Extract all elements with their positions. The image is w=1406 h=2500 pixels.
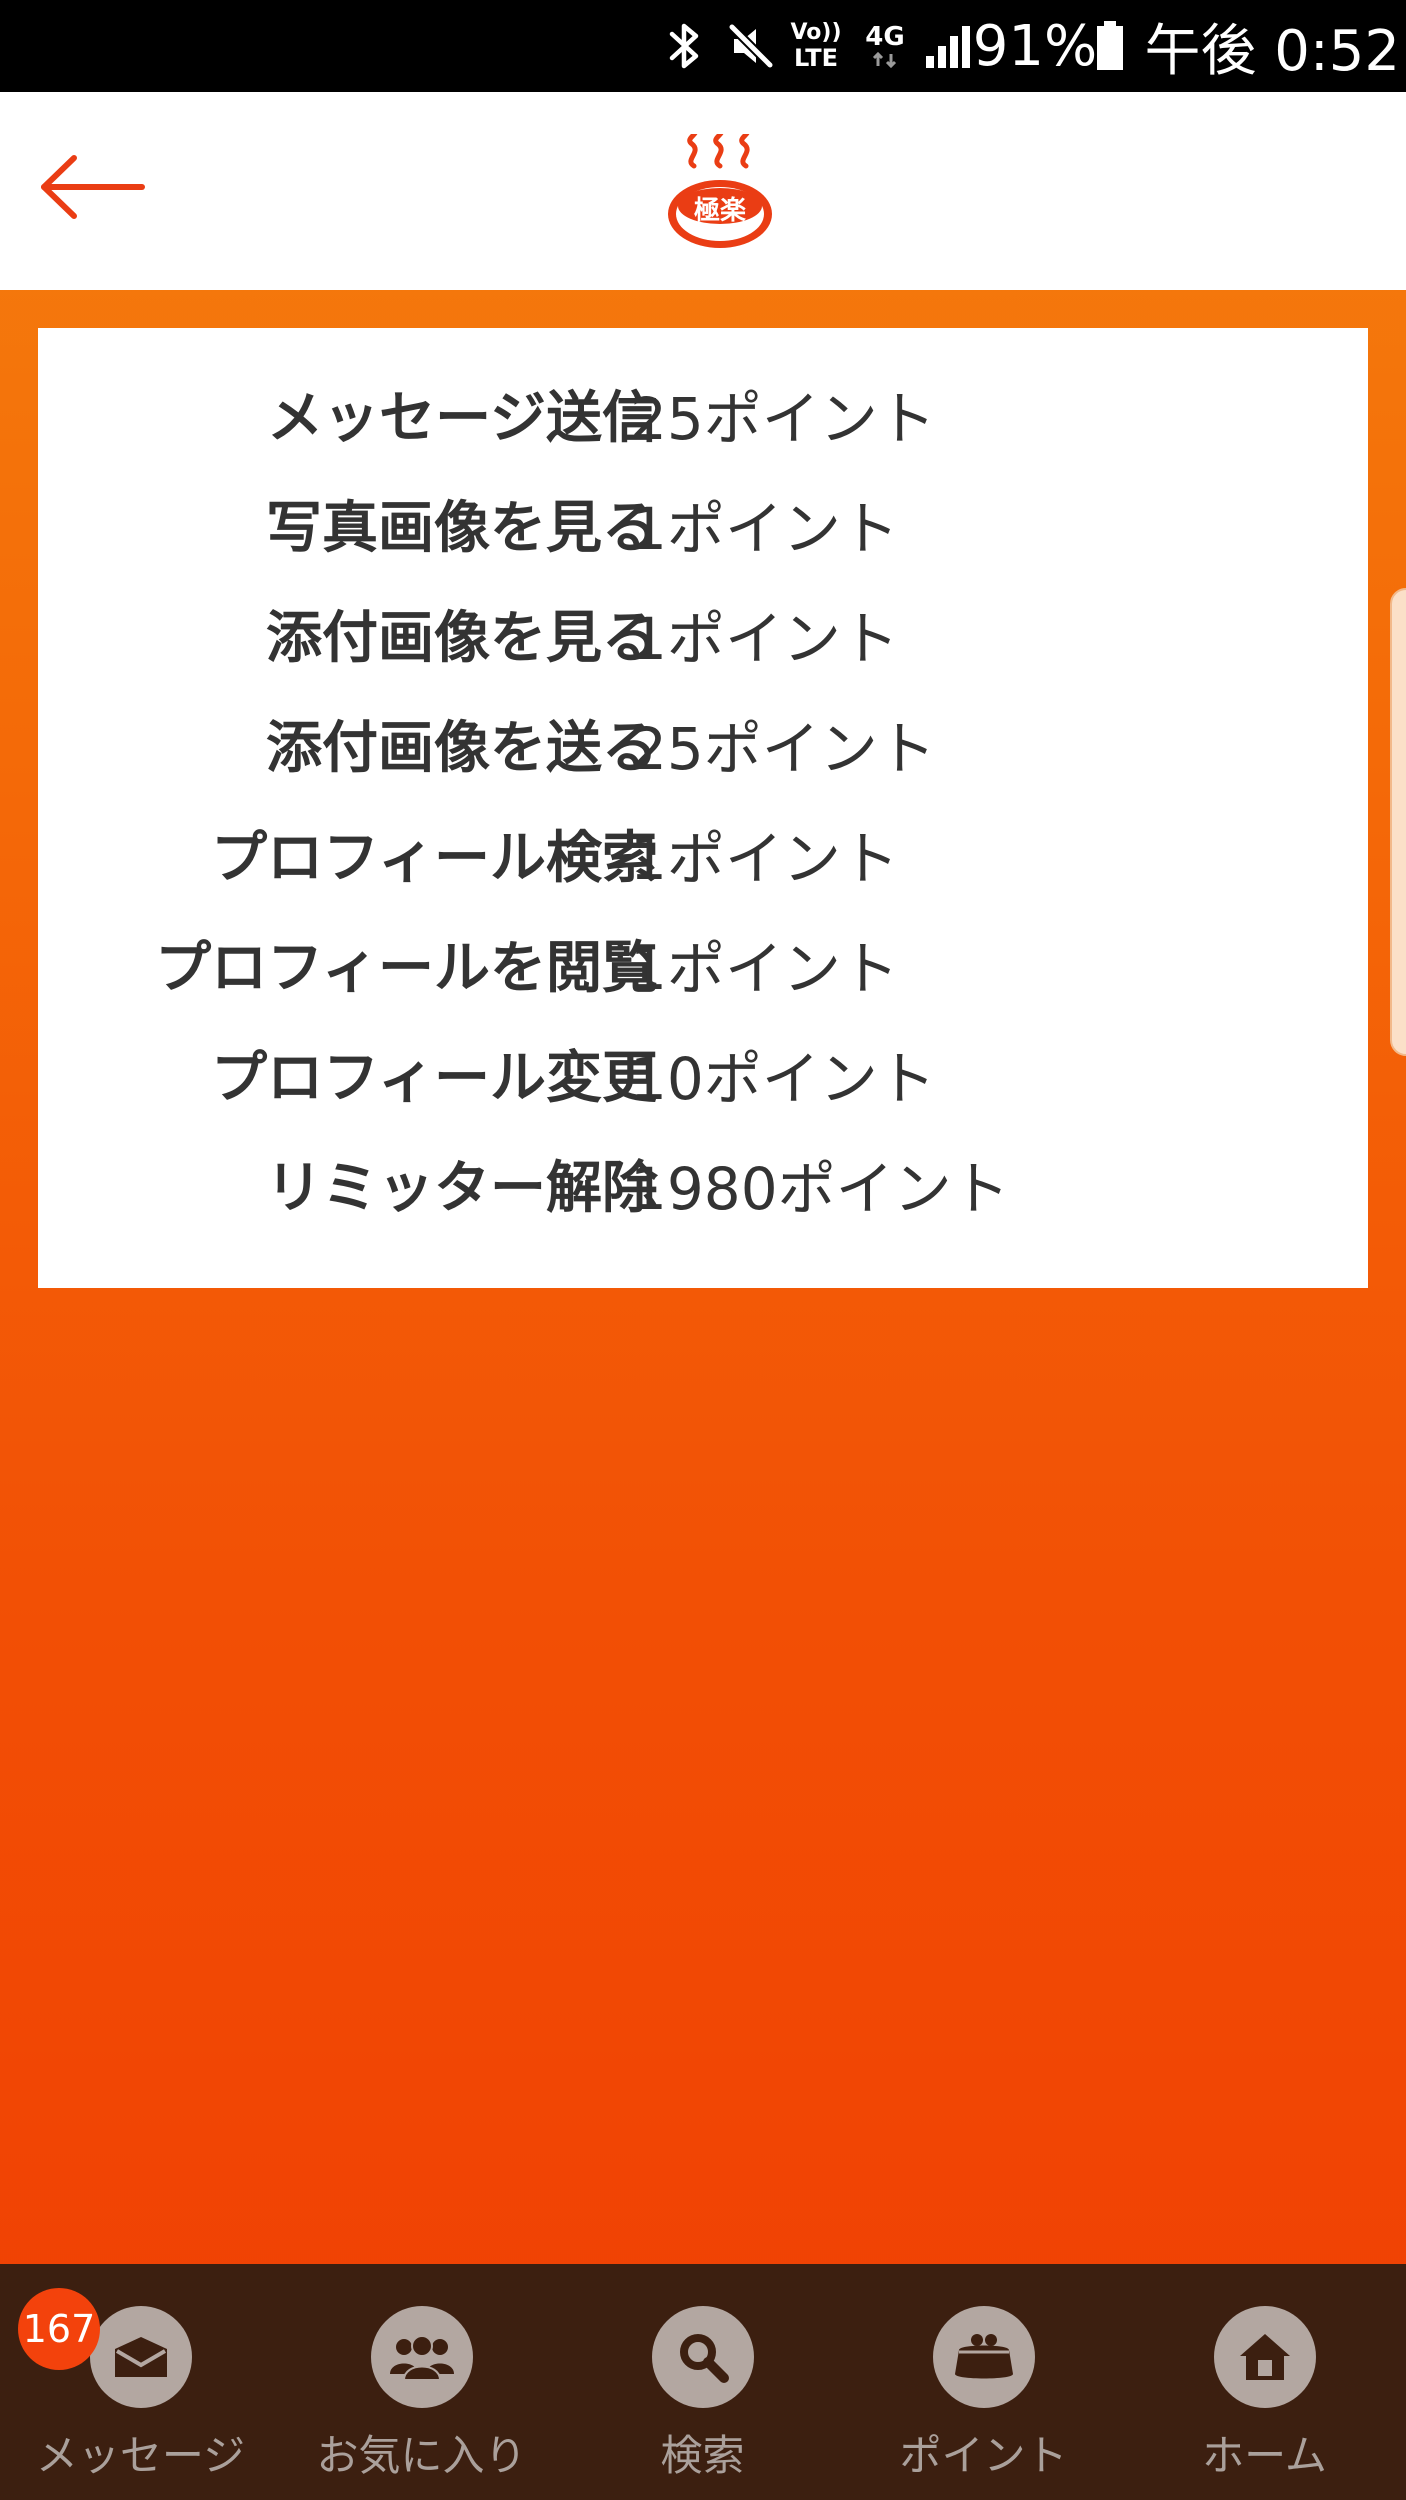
points-row-label: プロフィール検索: [211, 826, 658, 891]
search-icon: [680, 2334, 729, 2383]
nav-icon-circle: [1214, 2306, 1316, 2408]
points-row-value: 10ポイント: [630, 1045, 936, 1113]
battery-icon: [1092, 0, 1128, 92]
points-row-value: 1ポイント: [630, 605, 899, 673]
nav-label: メッセージ: [35, 2431, 246, 2480]
nav-item-search[interactable]: 検索: [562, 2264, 843, 2500]
logo-text: 極楽: [693, 196, 746, 226]
envelope-icon: [115, 2337, 167, 2377]
volte-icon: Vo)) LTE: [788, 0, 844, 92]
points-row: 写真画像を見る 1ポイント: [38, 474, 1368, 584]
people-icon: [390, 2335, 454, 2380]
points-row: プロフィール検索 1ポイント: [38, 804, 1368, 914]
data-4g-icon: 4G: [862, 0, 908, 92]
points-row: 添付画像を送る 25ポイント: [38, 694, 1368, 804]
points-row-label: プロフィールを閲覧: [155, 936, 658, 1001]
points-row-value: 1ポイント: [630, 495, 899, 563]
nav-icon-circle: [933, 2306, 1035, 2408]
volte-label: Vo)): [790, 20, 842, 45]
points-row-label: 添付画像を見る: [266, 606, 658, 671]
purse-icon: [955, 2334, 1013, 2379]
lte-label: LTE: [793, 44, 839, 72]
nav-label: 検索: [660, 2431, 745, 2480]
points-row: プロフィールを閲覧 1ポイント: [38, 914, 1368, 1024]
points-row: メッセージ送信 25ポイント: [38, 364, 1368, 474]
nav-item-points[interactable]: ポイント: [843, 2264, 1124, 2500]
back-button[interactable]: [30, 142, 160, 232]
network-label: 4G: [865, 22, 905, 52]
home-icon: [1240, 2334, 1290, 2380]
points-row-value: 1980ポイント: [630, 1155, 1010, 1223]
points-row-label: メッセージ送信: [267, 386, 658, 451]
points-row-label: 添付画像を送る: [266, 716, 658, 781]
points-table: メッセージ送信 25ポイント 写真画像を見る 1ポイント 添付画像を見る 1ポイント 添付画…: [38, 328, 1368, 1288]
nav-item-favorites[interactable]: お気に入り: [281, 2264, 562, 2500]
message-count-badge: 167: [18, 2288, 100, 2370]
bluetooth-icon: [660, 0, 710, 92]
battery-percent: 91%: [972, 13, 1098, 79]
points-row: プロフィール変更 10ポイント: [38, 1024, 1368, 1134]
points-row: 添付画像を見る 1ポイント: [38, 584, 1368, 694]
app-logo: 極楽: [660, 127, 780, 252]
signal-icon: [920, 0, 978, 92]
points-row: リミッター解除 1980ポイント: [38, 1134, 1368, 1244]
points-row-label: リミッター解除: [266, 1156, 658, 1221]
nav-icon-circle: [652, 2306, 754, 2408]
nav-label: お気に入り: [316, 2431, 527, 2480]
points-row-label: プロフィール変更: [211, 1046, 658, 1111]
nav-icon-circle: [90, 2306, 192, 2408]
nav-icon-circle: [371, 2306, 473, 2408]
clock: 午後 0:52: [1144, 18, 1400, 84]
nav-label: ポイント: [899, 2431, 1068, 2480]
nav-label: ホーム: [1202, 2431, 1327, 2480]
mute-icon: [722, 0, 780, 92]
points-row-value: 25ポイント: [630, 385, 936, 453]
app-header: 極楽: [0, 92, 1406, 290]
app-screen: Vo)) LTE 4G 91% 午後 0:52 極楽 メッセージ送信 25ポイン…: [0, 0, 1406, 2500]
points-row-label: 写真画像を見る: [266, 496, 658, 561]
back-arrow-icon: [41, 155, 145, 219]
points-row-value: 1ポイント: [630, 825, 899, 893]
points-row-value: 25ポイント: [630, 715, 936, 783]
scroll-handle[interactable]: [1390, 588, 1406, 1056]
points-row-value: 1ポイント: [630, 935, 899, 1003]
status-bar: Vo)) LTE 4G 91% 午後 0:52: [0, 0, 1406, 92]
bottom-navigation: 167 メッセージ お気に入り 検索 ポイント ホーム: [0, 2264, 1406, 2500]
nav-item-home[interactable]: ホーム: [1124, 2264, 1405, 2500]
